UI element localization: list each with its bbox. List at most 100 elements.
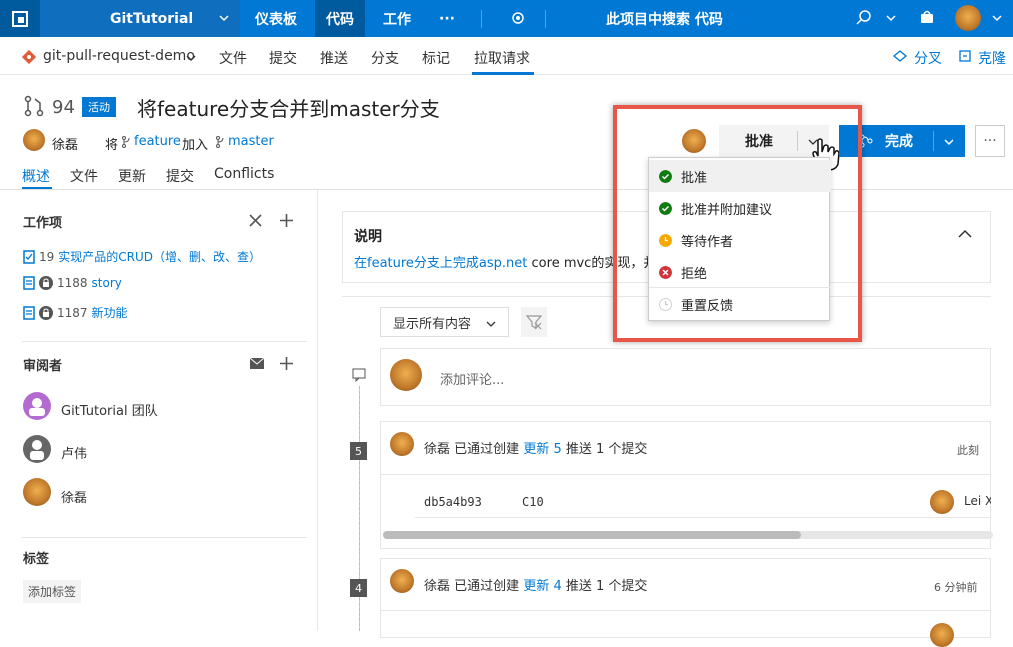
chevron-up-icon[interactable] — [958, 229, 972, 239]
tab-commits[interactable]: 提交 — [269, 48, 297, 68]
project-name: GitTutorial — [110, 10, 194, 27]
user-avatar[interactable] — [23, 435, 51, 463]
work-item[interactable]: 1188 story — [23, 276, 122, 290]
chevron-down-icon[interactable] — [991, 12, 1003, 24]
add-icon[interactable] — [280, 214, 293, 227]
divider — [481, 10, 482, 28]
reset-clock-icon — [659, 298, 672, 311]
tab-files[interactable]: 文件 — [70, 166, 98, 186]
menu-item-label: 等待作者 — [681, 234, 734, 250]
tab-conflicts[interactable]: Conflicts — [214, 166, 274, 182]
chevron-down-icon[interactable] — [885, 12, 897, 24]
user-avatar — [390, 359, 422, 391]
reviewer-name[interactable]: GitTutorial 团队 — [61, 400, 158, 419]
user-avatar[interactable] — [955, 5, 981, 31]
tab-pushes[interactable]: 推送 — [320, 48, 348, 68]
commit-message: C10 — [522, 495, 544, 509]
gear-icon[interactable] — [509, 9, 527, 27]
mail-icon[interactable] — [250, 358, 264, 369]
update-link[interactable]: 更新 5 — [523, 442, 561, 457]
divider — [22, 537, 307, 538]
repo-selector[interactable]: git-pull-request-demo — [43, 48, 195, 64]
description-title: 说明 — [354, 229, 382, 245]
update-text: 推送 1 个提交 — [565, 579, 648, 594]
menu-item-approve[interactable]: 批准 — [649, 160, 831, 192]
reviewer-name[interactable]: 徐磊 — [61, 487, 87, 506]
clone-icon — [959, 50, 971, 62]
user-avatar — [930, 490, 954, 514]
tab-commits[interactable]: 提交 — [166, 166, 194, 186]
fork-button[interactable]: 分叉 — [914, 48, 942, 68]
clock-icon — [659, 234, 672, 247]
chevron-down-icon — [219, 15, 229, 22]
menu-item-approve-with-suggestions[interactable]: 批准并附加建议 — [649, 192, 831, 224]
nav-more[interactable]: ··· — [428, 0, 466, 37]
author-name[interactable]: 徐磊 — [52, 134, 78, 153]
work-item-title[interactable]: 新功能 — [92, 304, 128, 321]
filter-button[interactable] — [521, 307, 547, 337]
active-tab-indicator — [22, 187, 52, 189]
filter-clear-icon — [526, 315, 542, 330]
shopping-bag-icon[interactable] — [919, 9, 935, 25]
search-icon[interactable] — [855, 9, 873, 27]
divider — [545, 10, 546, 28]
project-selector[interactable]: GitTutorial — [40, 0, 240, 37]
more-actions-button[interactable]: ··· — [975, 125, 1005, 157]
author-avatar[interactable] — [23, 129, 45, 151]
description-link[interactable]: 在feature分支上完成asp.net — [354, 256, 527, 271]
git-repo-icon — [22, 50, 36, 64]
nav-code[interactable]: 代码 — [315, 0, 365, 37]
nav-work[interactable]: 工作 — [372, 0, 422, 37]
scrollbar-thumb[interactable] — [383, 531, 801, 539]
add-tag-button[interactable]: 添加标签 — [23, 580, 82, 603]
nav-dashboard[interactable]: 仪表板 — [244, 0, 308, 37]
tab-tags[interactable]: 标记 — [422, 48, 450, 68]
tab-updates[interactable]: 更新 — [118, 166, 146, 186]
filter-dropdown[interactable]: 显示所有内容 — [380, 307, 509, 337]
tab-pull-requests[interactable]: 拉取请求 — [474, 48, 530, 68]
work-item-title[interactable]: story — [92, 276, 122, 290]
reviewers-title: 审阅者 — [23, 359, 63, 374]
timestamp: 此刻 — [957, 444, 979, 457]
complete-label: 完成 — [885, 134, 913, 150]
horizontal-scrollbar[interactable] — [383, 531, 993, 539]
update-author[interactable]: 徐磊 — [424, 579, 450, 594]
tab-overview[interactable]: 概述 — [22, 166, 50, 186]
comment-input[interactable]: 添加评论... — [440, 369, 504, 388]
add-icon[interactable] — [280, 357, 293, 370]
source-branch-link[interactable]: feature — [134, 134, 181, 149]
update-number-badge: 4 — [350, 579, 367, 597]
commit-id[interactable]: db5a4b93 — [424, 495, 482, 509]
update-author[interactable]: 徐磊 — [424, 442, 450, 457]
divider — [380, 610, 991, 611]
work-item[interactable]: 19 实现产品的CRUD（增、删、改、查） — [23, 248, 261, 265]
team-avatar[interactable] — [23, 392, 51, 420]
close-icon[interactable] — [249, 214, 262, 227]
description-text: 在feature分支上完成asp.net core mvc的实现，并 — [354, 252, 656, 271]
menu-item-reject[interactable]: 拒绝 — [649, 256, 831, 288]
menu-item-wait-for-author[interactable]: 等待作者 — [649, 224, 831, 256]
divider — [22, 341, 307, 342]
repo-nav-bar: git-pull-request-demo 文件 提交 推送 分支 标记 拉取请… — [0, 37, 1013, 75]
reviewer-name[interactable]: 卢伟 — [61, 443, 87, 462]
menu-item-reset-feedback[interactable]: 重置反馈 — [649, 288, 831, 320]
task-icon — [23, 249, 35, 264]
chevron-down-icon[interactable] — [943, 136, 955, 148]
update-link[interactable]: 更新 4 — [523, 579, 561, 594]
tab-branches[interactable]: 分支 — [371, 48, 399, 68]
target-branch-link[interactable]: master — [228, 134, 274, 149]
search-input[interactable]: 此项目中搜索 代码 — [606, 0, 723, 37]
user-avatar[interactable] — [23, 478, 51, 506]
chevron-down-icon[interactable] — [185, 52, 197, 64]
lock-icon — [39, 276, 53, 290]
menu-item-label: 批准 — [681, 170, 708, 186]
tab-files[interactable]: 文件 — [219, 48, 247, 68]
work-item[interactable]: 1187 新功能 — [23, 304, 128, 321]
work-item-title[interactable]: 实现产品的CRUD（增、删、改、查） — [58, 248, 261, 265]
azure-devops-logo-icon[interactable] — [0, 0, 40, 37]
pr-number: 94 — [52, 97, 75, 118]
chevron-down-icon — [486, 321, 496, 327]
clone-button[interactable]: 克隆 — [978, 48, 1006, 68]
work-item-id: 1187 — [57, 305, 88, 320]
divider — [380, 474, 991, 475]
